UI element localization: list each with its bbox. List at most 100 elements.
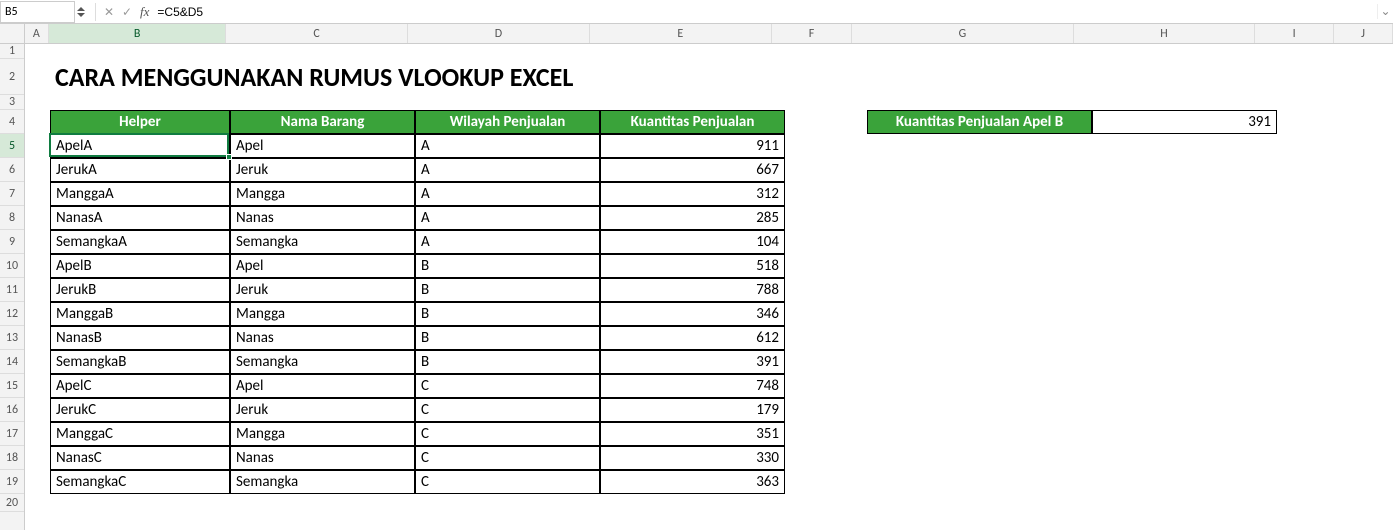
row-header-17[interactable]: 17	[0, 422, 24, 446]
formula-input[interactable]	[153, 2, 1377, 22]
table-cell-r4-c1[interactable]: Semangka	[230, 230, 415, 254]
table-header-2[interactable]: Wilayah Penjualan	[415, 110, 600, 134]
table-cell-r6-c2[interactable]: B	[415, 278, 600, 302]
table-cell-r1-c2[interactable]: A	[415, 158, 600, 182]
table-cell-r4-c2[interactable]: A	[415, 230, 600, 254]
table-cell-r3-c1[interactable]: Nanas	[230, 206, 415, 230]
column-header-J[interactable]: J	[1334, 24, 1393, 43]
table-cell-r5-c2[interactable]: B	[415, 254, 600, 278]
row-header-6[interactable]: 6	[0, 158, 24, 182]
table-cell-r11-c3[interactable]: 179	[600, 398, 785, 422]
table-cell-r2-c3[interactable]: 312	[600, 182, 785, 206]
expand-formula-bar-icon[interactable]: ⌄	[1377, 4, 1393, 19]
table-cell-r12-c3[interactable]: 351	[600, 422, 785, 446]
row-header-18[interactable]: 18	[0, 446, 24, 470]
row-header-20[interactable]: 20	[0, 494, 24, 512]
table-cell-r13-c3[interactable]: 330	[600, 446, 785, 470]
row-header-13[interactable]: 13	[0, 326, 24, 350]
table-header-0[interactable]: Helper	[50, 110, 230, 134]
column-header-F[interactable]: F	[772, 24, 853, 43]
spreadsheet-grid[interactable]: ABCDEFGHIJ 12345678910111213141516171819…	[0, 24, 1393, 530]
row-header-5[interactable]: 5	[0, 134, 24, 158]
table-cell-r7-c0[interactable]: ManggaB	[50, 302, 230, 326]
lookup-label[interactable]: Kuantitas Penjualan Apel B	[867, 110, 1092, 134]
table-cell-r12-c1[interactable]: Mangga	[230, 422, 415, 446]
table-cell-r0-c2[interactable]: A	[415, 134, 600, 158]
row-header-8[interactable]: 8	[0, 206, 24, 230]
name-box-spinner[interactable]	[77, 7, 85, 17]
column-header-D[interactable]: D	[408, 24, 590, 43]
table-cell-r9-c1[interactable]: Semangka	[230, 350, 415, 374]
table-cell-r6-c0[interactable]: JerukB	[50, 278, 230, 302]
row-header-2[interactable]: 2	[0, 59, 24, 95]
column-header-G[interactable]: G	[852, 24, 1073, 43]
table-cell-r7-c1[interactable]: Mangga	[230, 302, 415, 326]
table-cell-r5-c1[interactable]: Apel	[230, 254, 415, 278]
table-cell-r2-c0[interactable]: ManggaA	[50, 182, 230, 206]
table-cell-r7-c3[interactable]: 346	[600, 302, 785, 326]
row-header-4[interactable]: 4	[0, 110, 24, 134]
table-cell-r9-c2[interactable]: B	[415, 350, 600, 374]
table-cell-r13-c0[interactable]: NanasC	[50, 446, 230, 470]
table-cell-r1-c3[interactable]: 667	[600, 158, 785, 182]
name-box[interactable]: B5	[0, 1, 75, 23]
cancel-icon[interactable]: ✕	[100, 5, 118, 19]
table-cell-r10-c0[interactable]: ApelC	[50, 374, 230, 398]
column-header-I[interactable]: I	[1255, 24, 1334, 43]
row-header-19[interactable]: 19	[0, 470, 24, 494]
table-cell-r6-c3[interactable]: 788	[600, 278, 785, 302]
table-cell-r6-c1[interactable]: Jeruk	[230, 278, 415, 302]
spinner-down-icon[interactable]	[77, 13, 85, 17]
spinner-up-icon[interactable]	[77, 7, 85, 11]
row-header-3[interactable]: 3	[0, 95, 24, 110]
column-header-B[interactable]: B	[49, 24, 226, 43]
table-cell-r10-c2[interactable]: C	[415, 374, 600, 398]
table-cell-r2-c1[interactable]: Mangga	[230, 182, 415, 206]
table-header-3[interactable]: Kuantitas Penjualan	[600, 110, 785, 134]
table-cell-r9-c0[interactable]: SemangkaB	[50, 350, 230, 374]
table-cell-r12-c0[interactable]: ManggaC	[50, 422, 230, 446]
table-cell-r11-c1[interactable]: Jeruk	[230, 398, 415, 422]
fx-icon[interactable]: fx	[140, 4, 149, 20]
table-cell-r11-c2[interactable]: C	[415, 398, 600, 422]
table-header-1[interactable]: Nama Barang	[230, 110, 415, 134]
table-cell-r0-c0[interactable]: ApelA	[50, 134, 230, 158]
table-cell-r14-c3[interactable]: 363	[600, 470, 785, 494]
column-header-C[interactable]: C	[226, 24, 408, 43]
table-cell-r8-c1[interactable]: Nanas	[230, 326, 415, 350]
table-cell-r13-c2[interactable]: C	[415, 446, 600, 470]
table-cell-r10-c3[interactable]: 748	[600, 374, 785, 398]
table-cell-r1-c0[interactable]: JerukA	[50, 158, 230, 182]
table-cell-r4-c0[interactable]: SemangkaA	[50, 230, 230, 254]
table-cell-r8-c2[interactable]: B	[415, 326, 600, 350]
row-header-9[interactable]: 9	[0, 230, 24, 254]
cells-container[interactable]: CARA MENGGUNAKAN RUMUS VLOOKUP EXCEL Help…	[25, 44, 1393, 530]
table-cell-r3-c3[interactable]: 285	[600, 206, 785, 230]
column-header-E[interactable]: E	[590, 24, 772, 43]
table-cell-r0-c1[interactable]: Apel	[230, 134, 415, 158]
table-cell-r0-c3[interactable]: 911	[600, 134, 785, 158]
table-cell-r12-c2[interactable]: C	[415, 422, 600, 446]
page-title[interactable]: CARA MENGGUNAKAN RUMUS VLOOKUP EXCEL	[50, 59, 1092, 95]
lookup-value[interactable]: 391	[1092, 110, 1277, 134]
row-header-15[interactable]: 15	[0, 374, 24, 398]
table-cell-r8-c3[interactable]: 612	[600, 326, 785, 350]
row-header-16[interactable]: 16	[0, 398, 24, 422]
table-cell-r13-c1[interactable]: Nanas	[230, 446, 415, 470]
table-cell-r5-c0[interactable]: ApelB	[50, 254, 230, 278]
table-cell-r4-c3[interactable]: 104	[600, 230, 785, 254]
select-all-corner[interactable]	[0, 24, 25, 43]
row-header-11[interactable]: 11	[0, 278, 24, 302]
confirm-icon[interactable]: ✓	[118, 5, 136, 19]
table-cell-r5-c3[interactable]: 518	[600, 254, 785, 278]
table-cell-r3-c0[interactable]: NanasA	[50, 206, 230, 230]
table-cell-r14-c0[interactable]: SemangkaC	[50, 470, 230, 494]
row-header-14[interactable]: 14	[0, 350, 24, 374]
row-header-12[interactable]: 12	[0, 302, 24, 326]
table-cell-r1-c1[interactable]: Jeruk	[230, 158, 415, 182]
table-cell-r7-c2[interactable]: B	[415, 302, 600, 326]
table-cell-r10-c1[interactable]: Apel	[230, 374, 415, 398]
row-header-1[interactable]: 1	[0, 44, 24, 59]
table-cell-r8-c0[interactable]: NanasB	[50, 326, 230, 350]
column-header-H[interactable]: H	[1074, 24, 1256, 43]
